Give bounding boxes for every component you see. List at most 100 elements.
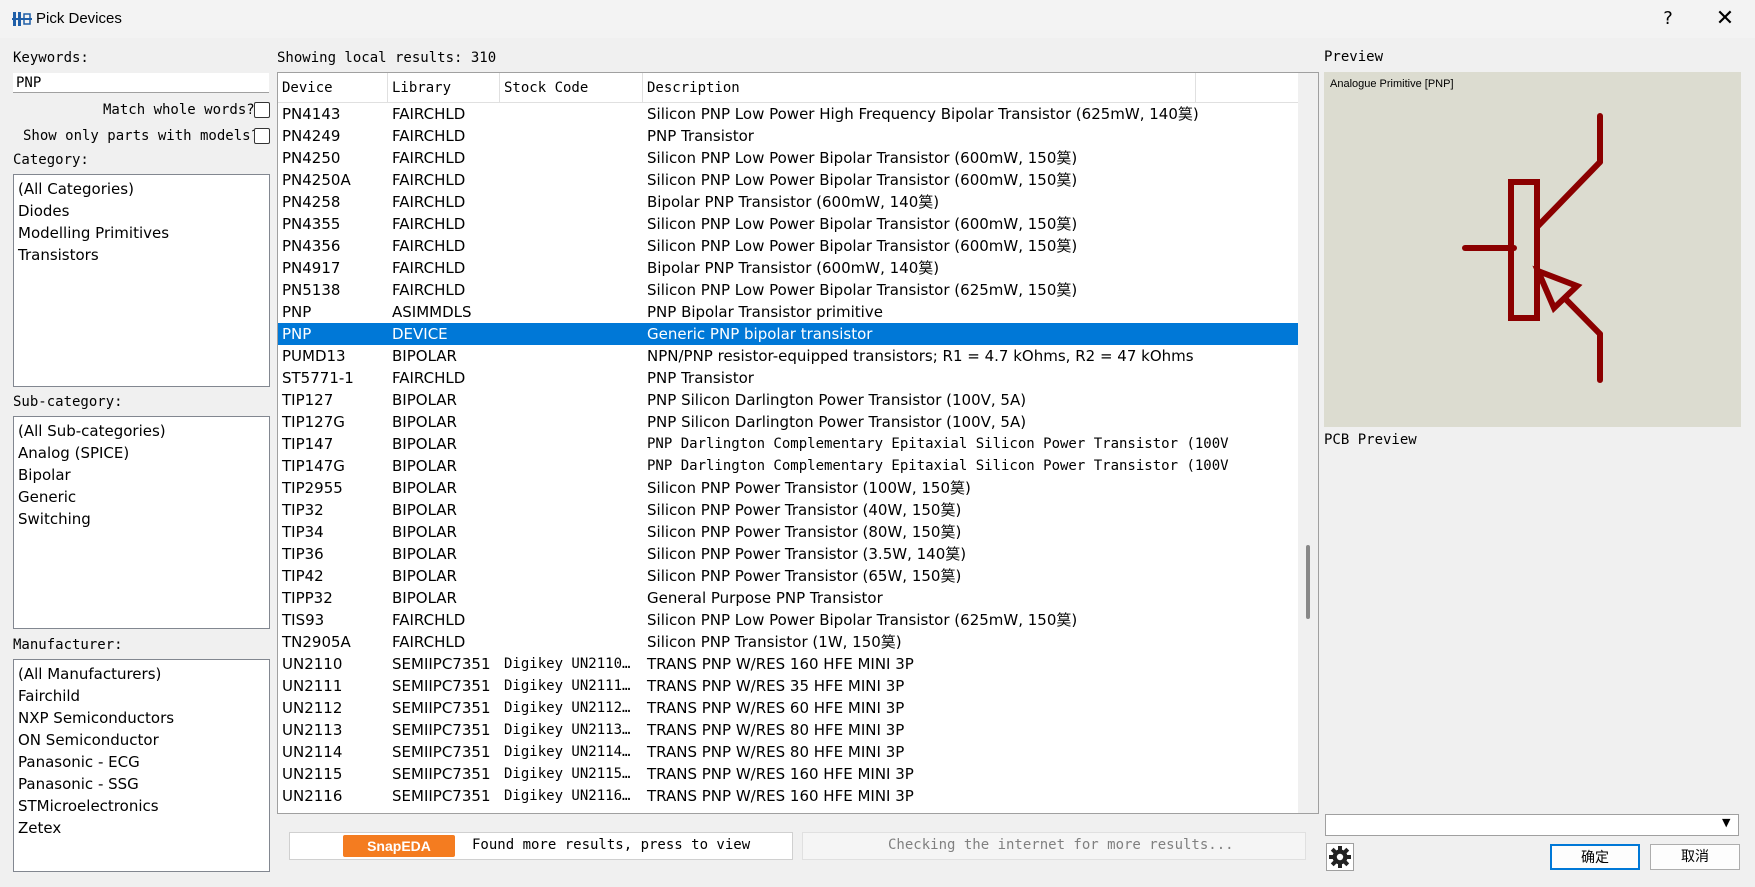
table-row[interactable]: TIP2955 BIPOLAR Silicon PNP Power Transist… [278, 477, 1298, 499]
table-row[interactable]: PNP ASIMMDLS PNP Bipolar Transistor primit… [278, 301, 1298, 323]
cell-library: ASIMMDLS [392, 303, 472, 321]
found-more-results-text[interactable]: Found more results, press to view [472, 837, 750, 853]
table-row[interactable]: PN4250 FAIRCHLD Silicon PNP Low Power Bipo… [278, 147, 1298, 169]
cell-device: TIPP32 [282, 589, 333, 607]
column-header-library[interactable]: Library [388, 73, 500, 103]
cell-description: Bipolar PNP Transistor (600mW, 140筽) [647, 259, 940, 277]
list-item[interactable]: Analog (SPICE) [14, 442, 269, 464]
help-button[interactable]: ? [1650, 4, 1686, 34]
list-item[interactable]: Panasonic - SSG [14, 773, 269, 795]
list-item[interactable]: ON Semiconductor [14, 729, 269, 751]
cell-stock-code [500, 367, 643, 389]
category-list[interactable]: (All Categories) Diodes Modelling Primit… [13, 174, 270, 387]
table-row[interactable]: UN2115 SEMIIPC7351 Digikey UN2115… TRANS PN… [278, 763, 1298, 785]
table-row[interactable]: ST5771-1 FAIRCHLD PNP Transistor [278, 367, 1298, 389]
cell-stock-code [500, 433, 643, 455]
cancel-button[interactable]: 取消 [1650, 844, 1740, 870]
cell-device: PN4250A [282, 171, 351, 189]
table-row[interactable]: TIPP32 BIPOLAR General Purpose PNP Transis… [278, 587, 1298, 609]
list-item[interactable]: Diodes [14, 200, 269, 222]
table-row[interactable]: TIP34 BIPOLAR Silicon PNP Power Transistor… [278, 521, 1298, 543]
table-row[interactable]: PN5138 FAIRCHLD Silicon PNP Low Power Bipo… [278, 279, 1298, 301]
table-row[interactable]: PN4356 FAIRCHLD Silicon PNP Low Power Bipo… [278, 235, 1298, 257]
cell-device: PNP [282, 303, 312, 321]
table-row[interactable]: TIP147G BIPOLAR PNP Darlington Complementa… [278, 455, 1298, 477]
table-row[interactable]: UN2110 SEMIIPC7351 Digikey UN2110… TRANS PN… [278, 653, 1298, 675]
vertical-scrollbar[interactable] [1298, 73, 1318, 813]
cell-device: TIP127G [282, 413, 345, 431]
table-row[interactable]: TIP127 BIPOLAR PNP Silicon Darlington Powe… [278, 389, 1298, 411]
column-header-stock-code[interactable]: Stock Code [500, 73, 643, 103]
cell-description: Silicon PNP Power Transistor (65W, 150筽) [647, 567, 962, 585]
cell-device: UN2112 [282, 699, 343, 717]
settings-button[interactable] [1326, 843, 1354, 871]
table-row[interactable]: TIP42 BIPOLAR Silicon PNP Power Transistor… [278, 565, 1298, 587]
cell-device: PN4249 [282, 127, 341, 145]
list-item[interactable]: Panasonic - ECG [14, 751, 269, 773]
preview-caption: Analogue Primitive [PNP] [1330, 78, 1454, 90]
checking-internet-text: Checking the internet for more results..… [888, 837, 1234, 853]
list-item[interactable]: Transistors [14, 244, 269, 266]
list-item[interactable]: STMicroelectronics [14, 795, 269, 817]
table-row[interactable]: TIP32 BIPOLAR Silicon PNP Power Transistor… [278, 499, 1298, 521]
column-header-device[interactable]: Device [278, 73, 388, 103]
table-row[interactable]: TIP36 BIPOLAR Silicon PNP Power Transistor… [278, 543, 1298, 565]
cell-library: BIPOLAR [392, 567, 457, 585]
close-button[interactable]: ✕ [1700, 4, 1750, 34]
list-item[interactable]: Modelling Primitives [14, 222, 269, 244]
table-row[interactable]: PN4143 FAIRCHLD Silicon PNP Low Power High… [278, 103, 1298, 125]
table-row[interactable]: UN2111 SEMIIPC7351 Digikey UN2111… TRANS PN… [278, 675, 1298, 697]
list-item[interactable]: Fairchild [14, 685, 269, 707]
table-row[interactable]: PN4258 FAIRCHLD Bipolar PNP Transistor (60… [278, 191, 1298, 213]
table-row[interactable]: PUMD13 BIPOLAR NPN/PNP resistor-equipped t… [278, 345, 1298, 367]
cell-library: BIPOLAR [392, 391, 457, 409]
table-row[interactable]: UN2113 SEMIIPC7351 Digikey UN2113… TRANS PN… [278, 719, 1298, 741]
list-item[interactable]: (All Categories) [14, 178, 269, 200]
list-item[interactable]: Generic [14, 486, 269, 508]
cell-library: SEMIIPC7351 [392, 677, 491, 695]
column-header-description[interactable]: Description [643, 73, 1196, 103]
list-item[interactable]: Bipolar [14, 464, 269, 486]
list-item[interactable]: (All Manufacturers) [14, 663, 269, 685]
keywords-input[interactable]: PNP [13, 73, 269, 93]
table-row[interactable]: UN2114 SEMIIPC7351 Digikey UN2114… TRANS PN… [278, 741, 1298, 763]
show-only-models-checkbox[interactable] [254, 128, 270, 144]
cell-description: Silicon PNP Power Transistor (40W, 150筽) [647, 501, 962, 519]
cell-device: PN4258 [282, 193, 341, 211]
table-row[interactable]: TIP127G BIPOLAR PNP Silicon Darlington Pow… [278, 411, 1298, 433]
list-item[interactable]: NXP Semiconductors [14, 707, 269, 729]
table-row[interactable]: TN2905A FAIRCHLD Silicon PNP Transistor (1… [278, 631, 1298, 653]
cell-stock-code [500, 301, 643, 323]
scrollbar-thumb[interactable] [1306, 545, 1310, 619]
match-whole-words-checkbox[interactable] [254, 102, 270, 118]
cell-stock-code [500, 191, 643, 213]
cell-library: BIPOLAR [392, 545, 457, 563]
chevron-down-icon[interactable]: ▼ [1722, 816, 1730, 829]
list-item[interactable]: Zetex [14, 817, 269, 839]
subcategory-list[interactable]: (All Sub-categories) Analog (SPICE) Bipo… [13, 416, 270, 629]
table-row[interactable]: PN4250A FAIRCHLD Silicon PNP Low Power Bip… [278, 169, 1298, 191]
table-row[interactable]: PN4917 FAIRCHLD Bipolar PNP Transistor (60… [278, 257, 1298, 279]
table-row[interactable]: UN2116 SEMIIPC7351 Digikey UN2116… TRANS PN… [278, 785, 1298, 807]
package-select[interactable] [1325, 814, 1739, 836]
cell-device: PN4356 [282, 237, 341, 255]
cell-stock-code [500, 609, 643, 631]
table-row[interactable]: PNP DEVICE Generic PNP bipolar transistor [278, 323, 1298, 345]
cell-device: ST5771-1 [282, 369, 354, 387]
snapeda-logo[interactable]: SnapEDA [343, 835, 455, 857]
table-row[interactable]: TIS93 FAIRCHLD Silicon PNP Low Power Bipol… [278, 609, 1298, 631]
table-row[interactable]: PN4249 FAIRCHLD PNP Transistor [278, 125, 1298, 147]
cell-library: DEVICE [392, 325, 448, 343]
list-item[interactable]: Switching [14, 508, 269, 530]
cell-library: FAIRCHLD [392, 611, 466, 629]
cell-device: UN2114 [282, 743, 343, 761]
table-row[interactable]: UN2112 SEMIIPC7351 Digikey UN2112… TRANS PN… [278, 697, 1298, 719]
cell-device: PN4143 [282, 105, 341, 123]
ok-button[interactable]: 确定 [1550, 844, 1640, 870]
cell-library: BIPOLAR [392, 479, 457, 497]
manufacturer-list[interactable]: (All Manufacturers) Fairchild NXP Semico… [13, 659, 270, 872]
table-row[interactable]: PN4355 FAIRCHLD Silicon PNP Low Power Bipo… [278, 213, 1298, 235]
cell-library: SEMIIPC7351 [392, 743, 491, 761]
table-row[interactable]: TIP147 BIPOLAR PNP Darlington Complementar… [278, 433, 1298, 455]
list-item[interactable]: (All Sub-categories) [14, 420, 269, 442]
